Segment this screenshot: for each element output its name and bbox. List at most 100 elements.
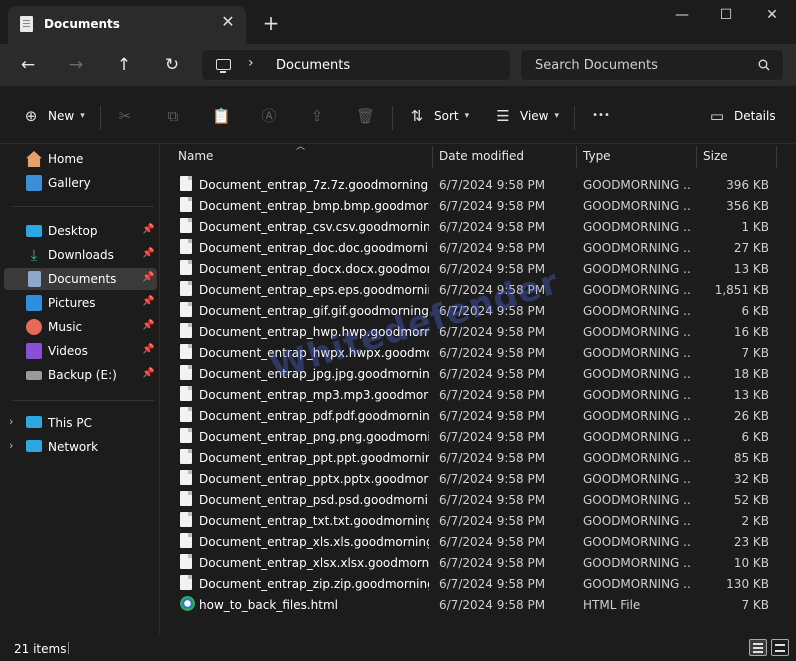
pin-icon[interactable]: 📌 [142, 248, 154, 259]
minimize-button[interactable]: — [662, 4, 702, 28]
refresh-button[interactable]: ↻ [160, 53, 184, 77]
sidebar-item-desktop[interactable]: Desktop 📌 [4, 220, 157, 242]
file-row[interactable]: how_to_back_files.html 6/7/2024 9:58 PM HT… [170, 594, 782, 615]
chevron-right-icon[interactable]: › [9, 439, 13, 452]
file-type: GOODMORNING ... [583, 556, 691, 570]
search-input[interactable]: Search Documents [535, 58, 658, 73]
file-type: GOODMORNING ... [583, 430, 691, 444]
trash-icon: 🗑 [356, 107, 376, 125]
file-row[interactable]: Document_entrap_bmp.bmp.goodmorni... 6/7/… [170, 195, 782, 216]
details-button[interactable]: ▭ Details [708, 104, 776, 128]
search-box[interactable]: Search Documents [520, 49, 784, 81]
forward-button[interactable]: → [64, 53, 88, 77]
view-label: View [520, 109, 549, 123]
maximize-button[interactable]: ☐ [706, 4, 746, 28]
copy-button[interactable]: ⧉ [164, 104, 182, 128]
paste-button[interactable]: 📋 [212, 104, 231, 128]
file-row[interactable]: Document_entrap_ppt.ppt.goodmorning 6/7/2… [170, 447, 782, 468]
file-row[interactable]: Document_entrap_7z.7z.goodmorning 6/7/202… [170, 174, 782, 195]
search-icon[interactable] [758, 59, 770, 71]
file-name: how_to_back_files.html [199, 598, 339, 612]
file-row[interactable]: Document_entrap_hwpx.hwpx.goodmor... 6/7/… [170, 342, 782, 363]
tab-close-button[interactable]: ✕ [218, 12, 238, 32]
sidebar-item-videos[interactable]: Videos 📌 [4, 340, 157, 362]
tiles-view-button[interactable] [771, 639, 789, 656]
rename-button[interactable]: Ⓐ [260, 104, 278, 128]
close-window-button[interactable]: ✕ [752, 4, 792, 28]
share-icon: ⇪ [310, 107, 324, 125]
view-button[interactable]: ☰ View ▾ [494, 104, 559, 128]
file-size: 13 KB [733, 388, 769, 402]
sidebar-item-downloads[interactable]: ⤓ Downloads 📌 [4, 244, 157, 266]
file-row[interactable]: Document_entrap_xlsx.xlsx.goodmorning 6/7… [170, 552, 782, 573]
chevron-right-icon[interactable]: › [9, 415, 13, 428]
file-size: 7 KB [741, 598, 769, 612]
file-type: GOODMORNING ... [583, 220, 691, 234]
sidebar-item-documents[interactable]: Documents 📌 [4, 268, 157, 290]
file-name: Document_entrap_doc.doc.goodmorning [199, 241, 429, 255]
pin-icon[interactable]: 📌 [142, 320, 154, 331]
sidebar-item-network[interactable]: › Network [4, 436, 157, 458]
file-name: Document_entrap_pptx.pptx.goodmorni... [199, 472, 429, 486]
column-resize-handle[interactable] [696, 146, 697, 168]
file-size: 18 KB [733, 367, 769, 381]
column-resize-handle[interactable] [576, 146, 577, 168]
sort-label: Sort [434, 109, 459, 123]
file-row[interactable]: Document_entrap_csv.csv.goodmorning 6/7/2… [170, 216, 782, 237]
breadcrumb-documents[interactable]: Documents [276, 58, 350, 73]
column-header-size[interactable]: Size [703, 149, 728, 171]
share-button[interactable]: ⇪ [308, 104, 326, 128]
back-button[interactable]: ← [16, 53, 40, 77]
sidebar-item-this-pc[interactable]: › This PC [4, 412, 157, 434]
pin-icon[interactable]: 📌 [142, 272, 154, 283]
column-resize-handle[interactable] [776, 146, 777, 168]
file-type: GOODMORNING ... [583, 577, 691, 591]
file-row[interactable]: Document_entrap_png.png.goodmorning 6/7/2… [170, 426, 782, 447]
sidebar-item-gallery[interactable]: Gallery [4, 172, 157, 194]
file-size: 26 KB [733, 409, 769, 423]
file-date-modified: 6/7/2024 9:58 PM [439, 346, 546, 360]
file-row[interactable]: Document_entrap_jpg.jpg.goodmorning 6/7/2… [170, 363, 782, 384]
new-tab-button[interactable]: + [260, 12, 282, 34]
column-header-date-modified[interactable]: Date modified [439, 149, 524, 171]
file-row[interactable]: Document_entrap_docx.docx.goodmorn... 6/7… [170, 258, 782, 279]
videos-icon [26, 343, 42, 359]
drive-icon [26, 371, 42, 380]
sidebar-item-pictures[interactable]: Pictures 📌 [4, 292, 157, 314]
pin-icon[interactable]: 📌 [142, 344, 154, 355]
more-options-button[interactable]: ••• [590, 104, 612, 128]
file-name: Document_entrap_7z.7z.goodmorning [199, 178, 429, 192]
up-button[interactable]: ↑ [112, 53, 136, 77]
file-row[interactable]: Document_entrap_pptx.pptx.goodmorni... 6/… [170, 468, 782, 489]
sidebar-item-home[interactable]: Home [4, 148, 157, 170]
column-header-name[interactable]: Name [178, 149, 213, 171]
file-row[interactable]: Document_entrap_mp3.mp3.goodmorning 6/7/2… [170, 384, 782, 405]
documents-icon [28, 271, 41, 287]
sidebar-item-backup-drive[interactable]: Backup (E:) 📌 [4, 364, 157, 386]
new-button[interactable]: ⊕ New ▾ [22, 104, 85, 128]
paste-icon: 📋 [212, 107, 231, 125]
tab-documents[interactable]: Documents ✕ [8, 6, 246, 44]
pin-icon[interactable]: 📌 [142, 368, 154, 379]
file-row[interactable]: Document_entrap_doc.doc.goodmorning 6/7/2… [170, 237, 782, 258]
chevron-right-icon[interactable]: › [248, 55, 254, 71]
cut-button[interactable]: ✂ [116, 104, 134, 128]
delete-button[interactable]: 🗑 [356, 104, 376, 128]
view-icon: ☰ [496, 107, 510, 125]
column-header-type[interactable]: Type [583, 149, 611, 171]
file-row[interactable]: Document_entrap_pdf.pdf.goodmorning 6/7/2… [170, 405, 782, 426]
details-view-button[interactable] [749, 639, 767, 656]
file-row[interactable]: Document_entrap_zip.zip.goodmorning 6/7/2… [170, 573, 782, 594]
pin-icon[interactable]: 📌 [142, 224, 154, 235]
pin-icon[interactable]: 📌 [142, 296, 154, 307]
sort-button[interactable]: ⇅ Sort ▾ [408, 104, 469, 128]
file-row[interactable]: Document_entrap_xls.xls.goodmorning 6/7/2… [170, 531, 782, 552]
sidebar-item-music[interactable]: Music 📌 [4, 316, 157, 338]
column-resize-handle[interactable] [432, 146, 433, 168]
pane-divider[interactable] [159, 144, 160, 634]
file-type: GOODMORNING ... [583, 451, 691, 465]
file-row[interactable]: Document_entrap_psd.psd.goodmorning 6/7/2… [170, 489, 782, 510]
file-row[interactable]: Document_entrap_txt.txt.goodmorning 6/7/2… [170, 510, 782, 531]
this-pc-icon[interactable] [216, 59, 231, 73]
address-bar[interactable]: › Documents [201, 49, 511, 81]
